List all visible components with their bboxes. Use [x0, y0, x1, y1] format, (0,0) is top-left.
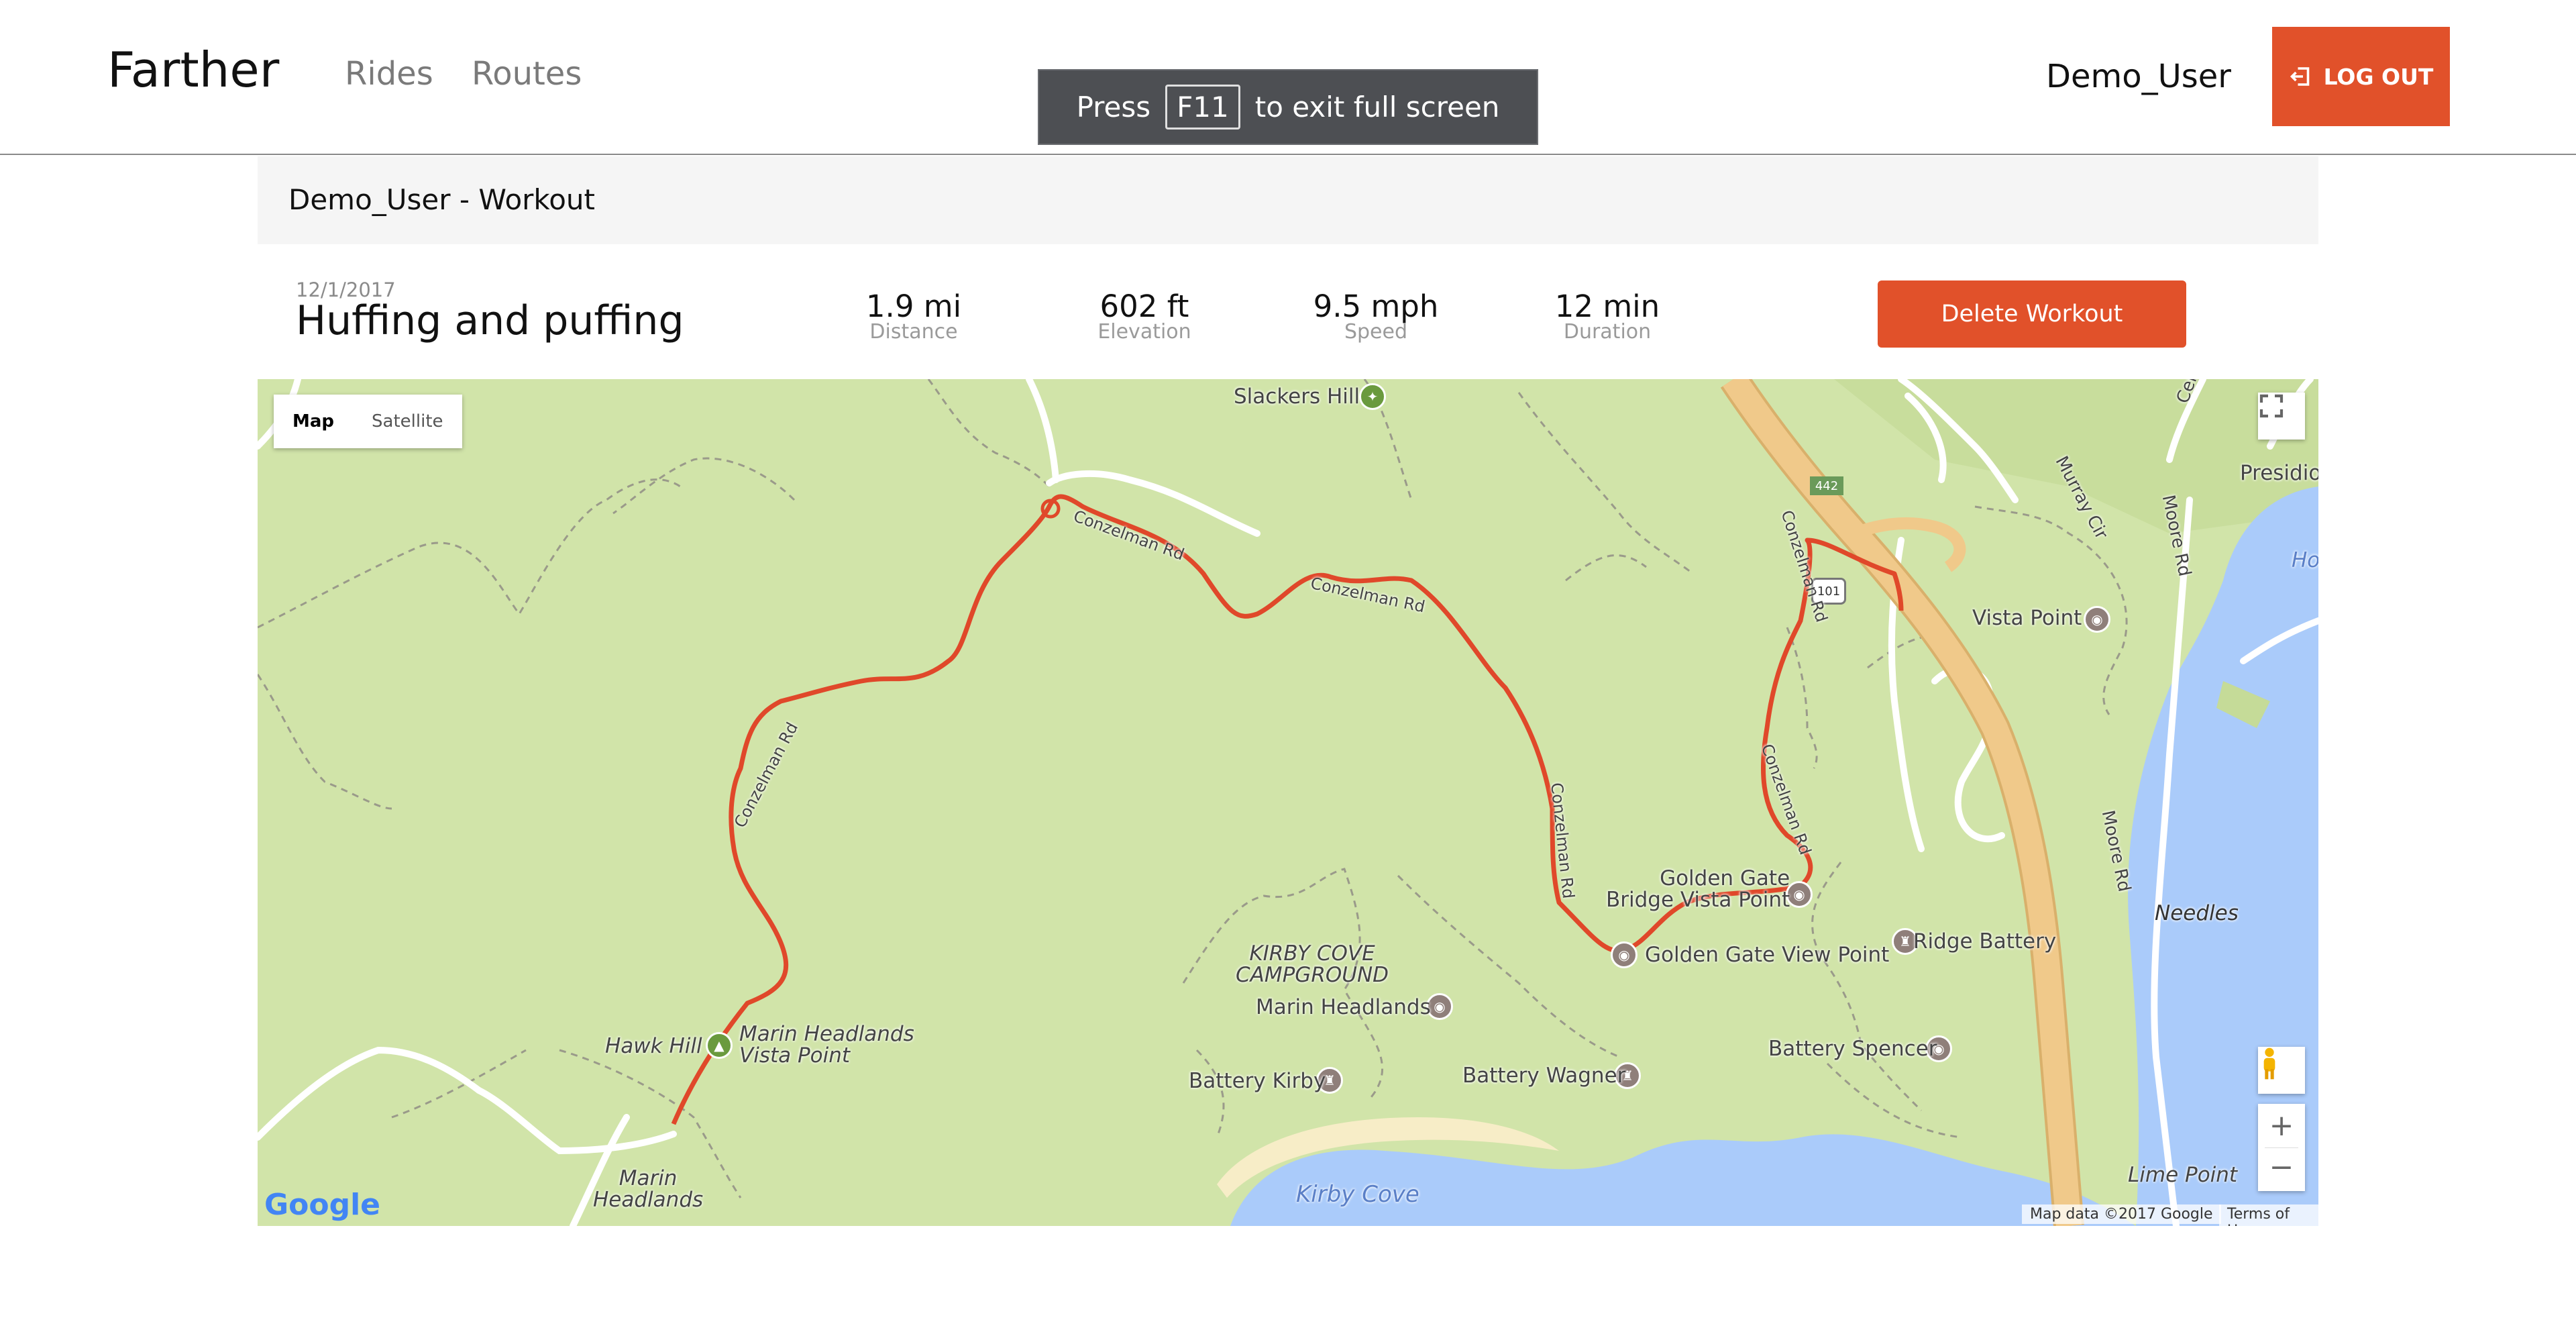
stat-value: 12 min: [1554, 289, 1660, 324]
logout-button[interactable]: LOG OUT: [2272, 27, 2450, 126]
stat-label: Elevation: [1097, 320, 1191, 344]
zoom-out-button[interactable]: −: [2265, 1147, 2298, 1191]
map-label-ho: Ho: [2292, 548, 2318, 572]
nav-routes-link[interactable]: Routes: [472, 55, 582, 93]
map-label-battery-spencer: Battery Spencer: [1768, 1037, 1937, 1061]
route-442-shield: 442: [1810, 476, 1843, 495]
park-icon[interactable]: ✦: [1359, 383, 1386, 410]
route-map[interactable]: Map Satellite + − ✦ ◉ ◉ ◉ ♜ ◉ ◉ ♜ ♜ ▲ 10…: [258, 379, 2318, 1226]
map-label-marin-headlands-poi: Marin Headlands: [1256, 995, 1431, 1019]
fullscreen-exit-toast: Press F11 to exit full screen: [1038, 69, 1538, 145]
toast-key: F11: [1165, 85, 1240, 130]
map-label-marin-headlands-area: Marin Headlands: [593, 1166, 704, 1212]
toast-text-before: Press: [1076, 91, 1151, 123]
stat-label: Speed: [1344, 320, 1408, 344]
map-label-needles: Needles: [2155, 901, 2239, 925]
logout-icon: [2290, 67, 2309, 86]
google-logo[interactable]: Google: [264, 1188, 380, 1222]
pegman-icon: [2263, 1047, 2275, 1080]
camera-icon[interactable]: ◉: [1611, 941, 1638, 968]
map-label-battery-kirby: Battery Kirby: [1189, 1069, 1326, 1093]
map-type-map-button[interactable]: Map: [274, 395, 353, 448]
stat-value: 9.5 mph: [1313, 289, 1439, 324]
workout-title: Huffing and puffing: [296, 297, 684, 344]
fullscreen-toggle-button[interactable]: [2258, 393, 2305, 440]
panel-heading: Demo_User - Workout: [258, 156, 2318, 244]
stat-label: Duration: [1563, 320, 1652, 344]
brand-logo[interactable]: Farther: [107, 42, 279, 98]
map-label-hawk-hill: Hawk Hill: [605, 1034, 702, 1058]
map-label-golden-gate-view-point: Golden Gate View Point: [1645, 943, 1890, 967]
delete-workout-button[interactable]: Delete Workout: [1878, 280, 2186, 348]
stat-value: 1.9 mi: [865, 289, 962, 324]
map-data-attribution: Map data ©2017 Google: [2022, 1204, 2221, 1224]
map-label-slackers-hill: Slackers Hill: [1234, 384, 1360, 409]
map-type-satellite-button[interactable]: Satellite: [353, 395, 462, 448]
map-label-ridge-battery: Ridge Battery: [1913, 929, 2057, 954]
stat-duration: 12 min Duration: [1507, 289, 1708, 344]
stat-label: Distance: [869, 320, 958, 344]
toast-text-after: to exit full screen: [1254, 91, 1500, 123]
map-label-vista-point: Vista Point: [1972, 606, 2082, 630]
current-username: Demo_User: [2046, 58, 2232, 95]
fullscreen-icon: [2259, 394, 2284, 418]
google-logo-text: Google: [264, 1188, 380, 1222]
nav-rides-link[interactable]: Rides: [345, 55, 433, 93]
zoom-in-button[interactable]: +: [2269, 1105, 2294, 1147]
map-label-presidio: Presidio Y: [2240, 461, 2318, 485]
map-label-kirby-cove: Kirby Cove: [1296, 1181, 1419, 1208]
stat-elevation: 602 ft Elevation: [1044, 289, 1245, 344]
panel-heading-title: Demo_User - Workout: [288, 183, 596, 216]
logout-label: LOG OUT: [2323, 63, 2434, 90]
map-type-control: Map Satellite: [274, 395, 462, 448]
map-label-golden-gate-bridge-vista-point: Golden Gate Bridge Vista Point: [1606, 866, 1790, 912]
map-label-battery-wagner: Battery Wagner: [1462, 1064, 1626, 1088]
zoom-control: + −: [2258, 1104, 2305, 1191]
stat-speed: 9.5 mph Speed: [1275, 289, 1477, 344]
map-label-lime-point: Lime Point: [2128, 1163, 2238, 1187]
street-view-pegman[interactable]: [2258, 1047, 2305, 1094]
map-label-marin-headlands-vista-point: Marin Headlands Vista Point: [739, 1022, 914, 1068]
stat-distance: 1.9 mi Distance: [813, 289, 1014, 344]
camera-icon[interactable]: ◉: [2084, 606, 2110, 633]
terms-of-use-link[interactable]: Terms of Use: [2219, 1204, 2318, 1226]
stat-value: 602 ft: [1099, 289, 1189, 324]
map-label-kirby-cove-campground: KIRBY COVE CAMPGROUND: [1236, 941, 1389, 987]
map-canvas[interactable]: [258, 379, 2318, 1226]
park-icon[interactable]: ▲: [706, 1032, 733, 1059]
